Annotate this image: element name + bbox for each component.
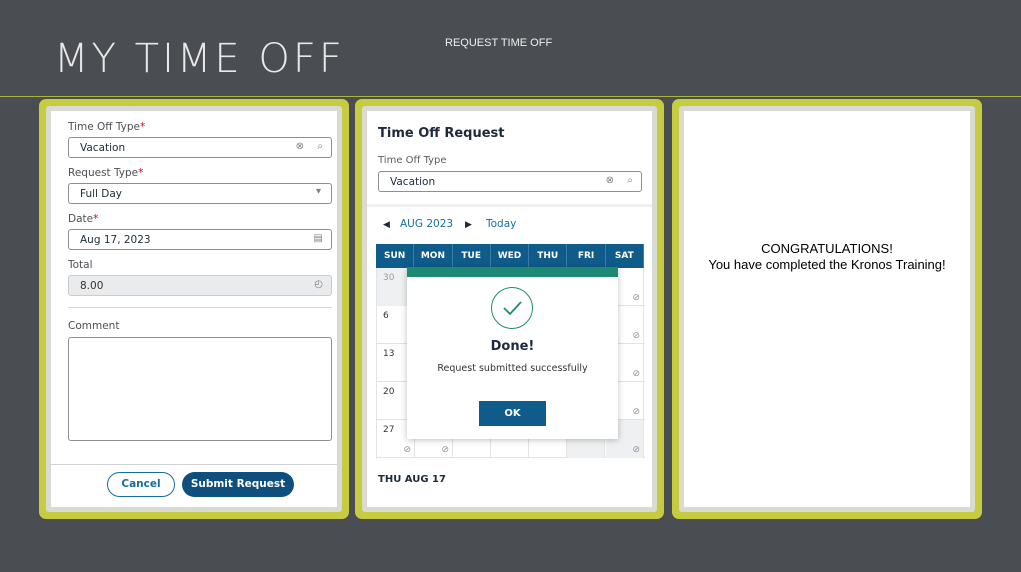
congratulations-panel: CONGRATULATIONS! You have completed the … xyxy=(672,99,982,519)
blocked-icon: ⊘ xyxy=(632,406,640,416)
dialog-message: Request submitted successfully xyxy=(437,363,588,374)
lookup-icon[interactable]: ⌕ xyxy=(627,175,633,186)
request-type-label: Request Type* xyxy=(68,167,144,179)
date-label: Date* xyxy=(68,213,99,225)
total-value: 8.00 xyxy=(80,280,104,292)
success-dialog: Done! Request submitted successfully OK xyxy=(407,267,618,439)
clear-icon[interactable]: ⊗ xyxy=(296,141,304,152)
dialog-title: Done! xyxy=(490,339,535,354)
chevron-down-icon[interactable]: ▾ xyxy=(316,186,321,197)
calendar-icon[interactable]: ▤ xyxy=(314,233,323,244)
blocked-icon: ⊘ xyxy=(632,444,640,454)
prev-month-icon[interactable]: ◀ xyxy=(383,219,390,230)
request-form: Time Off Type* Vacation ⊗ ⌕ Request Type… xyxy=(51,111,337,507)
next-month-icon[interactable]: ▶ xyxy=(465,219,472,230)
dialog-header-bar xyxy=(407,267,618,277)
blocked-icon: ⊘ xyxy=(632,330,640,340)
time-off-type-field[interactable]: Vacation ⊗ ⌕ xyxy=(68,137,332,158)
date-value: Aug 17, 2023 xyxy=(80,234,151,246)
weekday-mon: MON xyxy=(414,244,453,268)
comment-textarea[interactable] xyxy=(68,337,332,441)
time-off-request-title: Time Off Request xyxy=(378,126,505,141)
blocked-icon: ⊘ xyxy=(632,368,640,378)
today-link[interactable]: Today xyxy=(486,218,516,230)
lookup-icon[interactable]: ⌕ xyxy=(317,141,323,152)
time-off-type-label: Time Off Type xyxy=(378,155,447,166)
weekday-sun: SUN xyxy=(376,244,415,268)
time-off-request-panel: Time Off Request Time Off Type Vacation … xyxy=(355,99,664,519)
submit-request-button[interactable]: Submit Request xyxy=(182,472,294,497)
time-off-type-value: Vacation xyxy=(390,176,436,188)
blocked-icon: ⊘ xyxy=(403,444,411,454)
weekday-fri: FRI xyxy=(567,244,606,268)
checkmark-icon xyxy=(491,287,533,329)
page-title: MY TIME OFF xyxy=(54,36,345,82)
clock-icon: ◴ xyxy=(314,279,323,290)
header-divider xyxy=(0,96,1021,97)
weekday-thu: THU xyxy=(529,244,568,268)
footer-divider xyxy=(51,464,337,465)
page-subtitle: REQUEST TIME OFF xyxy=(445,37,553,49)
total-field: 8.00 ◴ xyxy=(68,275,332,296)
blocked-icon: ⊘ xyxy=(632,292,640,302)
congrats-heading: CONGRATULATIONS! xyxy=(761,241,893,256)
request-form-panel: Time Off Type* Vacation ⊗ ⌕ Request Type… xyxy=(39,99,349,519)
total-label: Total xyxy=(68,259,93,271)
weekday-tue: TUE xyxy=(453,244,491,268)
congrats-subtext: You have completed the Kronos Training! xyxy=(708,257,946,272)
request-type-value: Full Day xyxy=(80,188,123,200)
time-off-type-field[interactable]: Vacation ⊗ ⌕ xyxy=(378,171,642,192)
comment-label: Comment xyxy=(68,320,120,332)
form-divider xyxy=(68,307,332,308)
time-off-type-label: Time Off Type* xyxy=(68,121,146,133)
calendar-weekday-header: SUN MON TUE WED THU FRI SAT xyxy=(376,244,644,268)
calendar-divider xyxy=(367,204,652,207)
time-off-type-value: Vacation xyxy=(80,142,126,154)
blocked-icon: ⊘ xyxy=(441,444,449,454)
request-type-select[interactable]: Full Day ▾ xyxy=(68,183,332,204)
weekday-sat: SAT xyxy=(606,244,644,268)
clear-icon[interactable]: ⊗ xyxy=(606,175,614,186)
congratulations-message: CONGRATULATIONS! You have completed the … xyxy=(684,241,970,273)
month-label[interactable]: AUG 2023 xyxy=(400,218,453,230)
ok-button[interactable]: OK xyxy=(479,401,546,426)
weekday-wed: WED xyxy=(491,244,530,268)
date-field[interactable]: Aug 17, 2023 ▤ xyxy=(68,229,332,250)
cancel-button[interactable]: Cancel xyxy=(107,472,175,497)
selected-date-label: THU AUG 17 xyxy=(378,474,446,485)
